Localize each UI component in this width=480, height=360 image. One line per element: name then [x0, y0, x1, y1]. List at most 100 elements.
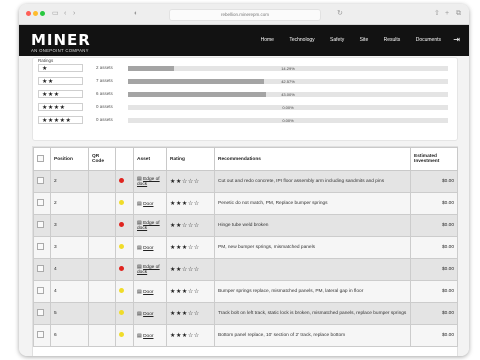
row-checkbox[interactable]	[37, 221, 44, 228]
asset-link[interactable]: Door	[143, 246, 153, 251]
rating-progress-bar: 43.00%	[128, 92, 448, 97]
row-checkbox[interactable]	[37, 199, 44, 206]
severity-indicator	[119, 244, 124, 249]
column-header-asset[interactable]: Asset	[133, 147, 167, 171]
recommendations-cell: Cut out and redo concrete, IPI floor ass…	[214, 170, 411, 193]
estimated-investment-cell: $0.00	[410, 214, 458, 237]
estimated-investment-cell: $0.00	[410, 324, 458, 347]
asset-cell: ▤ Door	[133, 192, 167, 215]
row-select-cell[interactable]	[33, 236, 51, 259]
row-select-cell[interactable]	[33, 302, 51, 325]
table-row[interactable]: 2 ▤ Door ★★★☆☆ Penetic do not match, PM, Re…	[33, 192, 458, 215]
severity-cell	[115, 302, 134, 325]
document-icon: ▤	[137, 310, 142, 317]
row-select-cell[interactable]	[33, 258, 51, 281]
severity-indicator	[119, 200, 124, 205]
asset-link[interactable]: Door	[143, 334, 153, 339]
table-row[interactable]: 5 ▤ Door ★★★☆☆ Track bolt on left track, st…	[33, 302, 458, 325]
severity-cell	[115, 280, 134, 303]
document-icon: ▤	[137, 200, 142, 207]
menu-item-safety[interactable]: Safety	[330, 37, 344, 43]
severity-cell	[115, 236, 134, 259]
back-icon[interactable]: ‹	[64, 9, 66, 18]
column-header-position[interactable]: Position	[50, 147, 89, 171]
qr-code-cell	[88, 280, 116, 303]
reload-icon[interactable]: ↻	[337, 9, 343, 18]
rating-percent: 43.00%	[281, 92, 295, 97]
page-content: Ratings ★ 2 assets 14.29% ★★ 7 assets 42.57% ★…	[19, 56, 469, 356]
menu-item-results[interactable]: Results	[384, 37, 401, 43]
row-select-cell[interactable]	[33, 214, 51, 237]
new-tab-icon[interactable]: +	[445, 9, 449, 18]
row-checkbox[interactable]	[37, 177, 44, 184]
row-select-cell[interactable]	[33, 324, 51, 347]
rating-stars-label: ★	[38, 64, 83, 72]
row-select-cell[interactable]	[33, 192, 51, 215]
browser-window: ▭ ‹ › ◐ rebellion.minerepm.com ↻ ⇧ + ⧉ M…	[19, 4, 469, 356]
zoom-window-button[interactable]	[40, 11, 45, 16]
menu-item-documents[interactable]: Documents	[416, 37, 441, 43]
column-header-qr-code[interactable]: QR Code	[88, 147, 116, 171]
severity-indicator	[119, 332, 124, 337]
severity-indicator	[119, 178, 124, 183]
recommendations-cell: Bumper springs replace, mismatched panel…	[214, 280, 411, 303]
row-checkbox[interactable]	[37, 331, 44, 338]
rating-stars: ★★★☆☆	[170, 310, 200, 317]
minimize-window-button[interactable]	[33, 11, 38, 16]
document-icon: ▤	[137, 332, 142, 339]
address-bar[interactable]: rebellion.minerepm.com	[169, 9, 321, 21]
asset-link[interactable]: Door	[143, 312, 153, 317]
rating-cell: ★★★☆☆	[166, 236, 215, 259]
rating-stars-label: ★★★	[38, 90, 83, 98]
column-header-rating[interactable]: Rating	[166, 147, 215, 171]
recommendations-cell: Bottom panel replace, 10' section of 2' …	[214, 324, 411, 347]
rating-asset-count: 0 assets	[96, 117, 113, 122]
row-checkbox[interactable]	[37, 309, 44, 316]
asset-cell: ▤ Door	[133, 302, 167, 325]
rating-percent: 14.29%	[281, 66, 295, 71]
assessment-table-card: Position QR Code Asset Rating Recommenda…	[32, 146, 458, 356]
logout-icon[interactable]: ⇥	[453, 35, 460, 44]
sidebar-icon[interactable]: ▭	[52, 9, 59, 18]
row-select-cell[interactable]	[33, 170, 51, 193]
rating-cell: ★★★☆☆	[166, 324, 215, 347]
select-all-header[interactable]	[33, 147, 51, 171]
asset-link[interactable]: Door	[143, 290, 153, 295]
position-cell: 2	[50, 192, 89, 215]
estimated-investment-cell: $0.00	[410, 236, 458, 259]
close-window-button[interactable]	[26, 11, 31, 16]
rating-stars: ★★★☆☆	[170, 288, 200, 295]
severity-cell	[115, 170, 134, 193]
tab-overview-icon[interactable]: ⧉	[456, 9, 461, 18]
select-all-checkbox[interactable]	[37, 154, 44, 162]
menu-item-site[interactable]: Site	[360, 37, 369, 43]
severity-indicator	[119, 288, 124, 293]
row-checkbox[interactable]	[37, 243, 44, 250]
brand-logo[interactable]: MINER	[31, 31, 91, 49]
row-checkbox[interactable]	[37, 265, 44, 272]
rating-progress-bar: 0.00%	[128, 118, 448, 123]
table-row[interactable]: 4 ▤ Edge of dock ★★☆☆☆ $0.00	[33, 258, 458, 281]
severity-indicator	[119, 310, 124, 315]
menu-item-technology[interactable]: Technology	[289, 37, 314, 43]
table-row[interactable]: 3 ▤ Edge of dock ★★☆☆☆ Hinge tube weld brok…	[33, 214, 458, 237]
recommendations-cell: Track bolt on left track, static lock is…	[214, 302, 411, 325]
table-row[interactable]: 2 ▤ Edge of dock ★★☆☆☆ Cut out and redo con…	[33, 170, 458, 193]
row-select-cell[interactable]	[33, 280, 51, 303]
column-header-recommendations[interactable]: Recommendations	[214, 147, 411, 171]
column-header-estimated-investment[interactable]: Estimated Investment	[410, 147, 458, 171]
row-checkbox[interactable]	[37, 287, 44, 294]
rating-cell: ★★★☆☆	[166, 302, 215, 325]
share-icon[interactable]: ⇧	[434, 9, 440, 18]
table-row[interactable]: 4 ▤ Door ★★★☆☆ Bumper springs replace, mism…	[33, 280, 458, 303]
asset-cell: ▤ Edge of dock	[133, 170, 167, 193]
asset-link[interactable]: Door	[143, 202, 153, 207]
table-row[interactable]: 6 ▤ Door ★★★☆☆ Bottom panel replace, 10' se…	[33, 324, 458, 347]
forward-icon[interactable]: ›	[73, 9, 75, 18]
menu-item-home[interactable]: Home	[261, 37, 274, 43]
rating-stars: ★★★☆☆	[170, 200, 200, 207]
qr-code-cell	[88, 302, 116, 325]
severity-indicator	[119, 222, 124, 227]
rating-cell: ★★☆☆☆	[166, 214, 215, 237]
table-row[interactable]: 3 ▤ Door ★★★☆☆ PM, new bumper springs, mism…	[33, 236, 458, 259]
